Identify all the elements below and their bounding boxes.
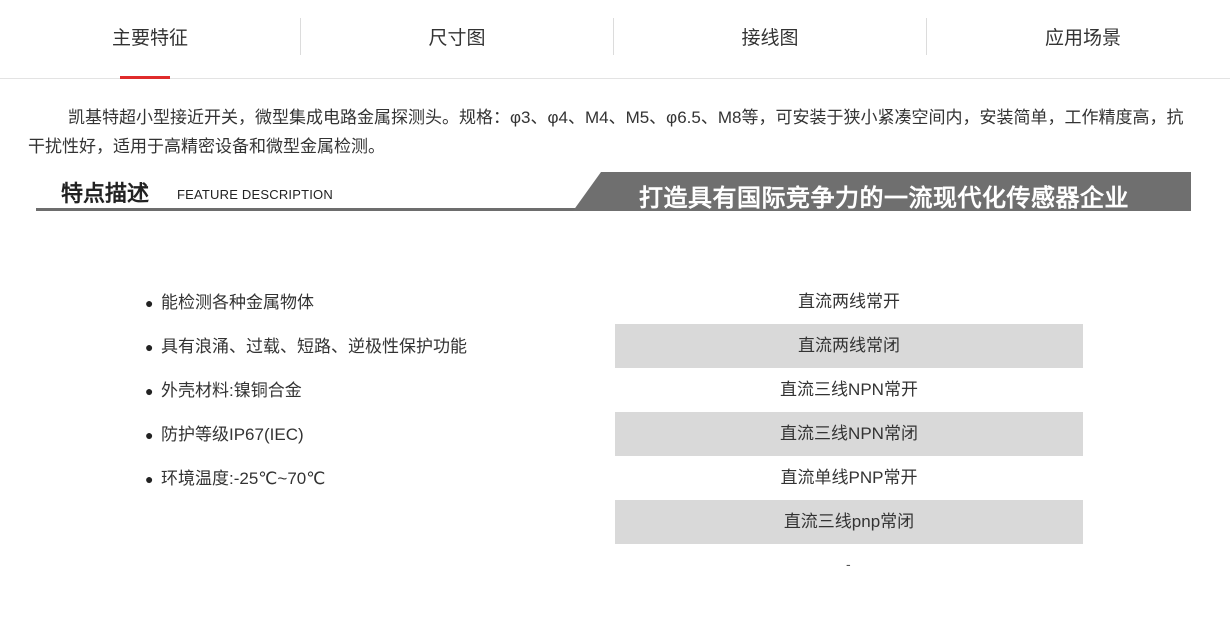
feature-text: 外壳材料:镍铜合金 <box>161 381 302 400</box>
feature-text: 防护等级IP67(IEC) <box>161 425 304 444</box>
bullet-icon: ● <box>145 383 154 399</box>
table-row: 直流单线PNP常开 <box>780 468 918 487</box>
bullet-icon: ● <box>145 427 154 443</box>
feature-text: 具有浪涌、过载、短路、逆极性保护功能 <box>161 337 467 356</box>
list-item: ● 外壳材料:镍铜合金 <box>145 376 467 420</box>
active-tab-indicator <box>120 76 170 79</box>
list-item: ● 环境温度:-25℃~70℃ <box>145 464 467 508</box>
table-row: 直流三线NPN常开 <box>780 380 918 399</box>
banner-title: 特点描述 <box>61 182 150 207</box>
table-row: 直流三线pnp常闭 <box>615 500 1083 544</box>
tab-applications[interactable]: 应用场景 <box>927 0 1230 78</box>
bullet-icon: ● <box>145 339 154 355</box>
banner-subtitle: FEATURE DESCRIPTION <box>177 187 333 202</box>
feature-text: 环境温度:-25℃~70℃ <box>161 469 326 488</box>
output-type-table: 直流两线常开 直流两线常闭 直流三线NPN常开 直流三线NPN常闭 直流单线PN… <box>615 280 1083 544</box>
banner-slogan: 打造具有国际竞争力的一流现代化传感器企业 <box>639 184 1129 212</box>
list-item: ● 具有浪涌、过载、短路、逆极性保护功能 <box>145 332 467 376</box>
list-item: ● 防护等级IP67(IEC) <box>145 420 467 464</box>
banner-slogan-box: 打造具有国际竞争力的一流现代化传感器企业 <box>573 172 1191 211</box>
tab-wiring[interactable]: 接线图 <box>614 0 926 78</box>
bullet-icon: ● <box>145 471 154 487</box>
list-item: ● 能检测各种金属物体 <box>145 288 467 332</box>
product-intro: 凯基特超小型接近开关，微型集成电路金属探测头。规格：φ3、φ4、M4、M5、φ6… <box>28 108 1184 156</box>
feature-banner: 特点描述 FEATURE DESCRIPTION 打造具有国际竞争力的一流现代化… <box>36 172 1191 214</box>
trailing-mark: - <box>846 556 851 572</box>
tab-bar: 主要特征 尺寸图 接线图 应用场景 <box>0 0 1230 79</box>
feature-text: 能检测各种金属物体 <box>161 293 314 312</box>
table-row: 直流两线常闭 <box>615 324 1083 368</box>
tab-main-features[interactable]: 主要特征 <box>0 0 300 78</box>
feature-list: ● 能检测各种金属物体 ● 具有浪涌、过载、短路、逆极性保护功能 ● 外壳材料:镍铜合… <box>145 288 467 508</box>
table-row: 直流两线常开 <box>798 292 900 311</box>
tab-dimensions[interactable]: 尺寸图 <box>301 0 613 78</box>
bullet-icon: ● <box>145 295 154 311</box>
table-row: 直流三线NPN常闭 <box>615 412 1083 456</box>
banner-underline <box>36 208 581 211</box>
